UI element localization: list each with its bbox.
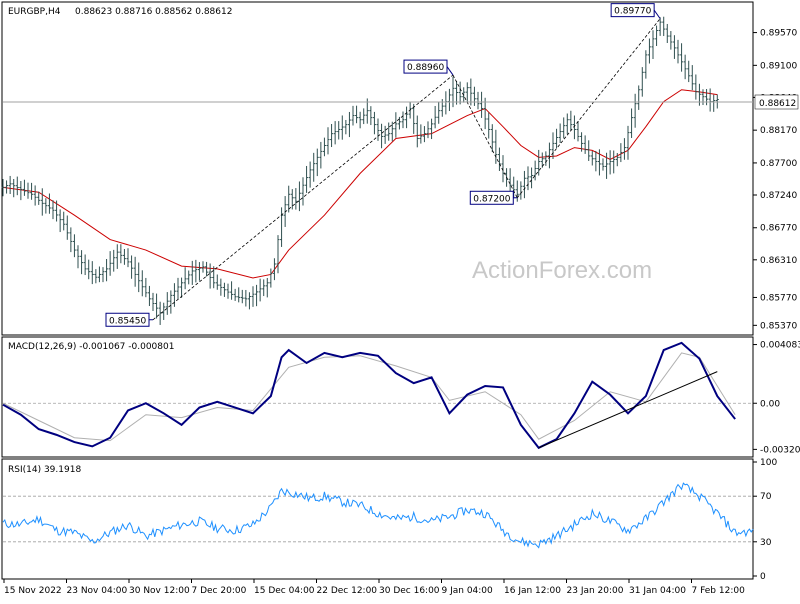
- xaxis-tick-label: 7 Feb 12:00: [692, 586, 746, 596]
- macd-ytick-label: -0.003209: [760, 445, 800, 455]
- price-ohlc: 0.88623 0.88716 0.88562 0.88612: [75, 7, 232, 17]
- chart-root: ActionForex.com 0.85450 0.88960 0.87200 0.8…: [0, 0, 800, 600]
- price-ytick-label: 0.88170: [760, 126, 797, 136]
- price-ytick-label: 0.89100: [760, 61, 797, 71]
- watermark: ActionForex.com: [472, 257, 652, 284]
- macd-ytick-label: 0.00: [760, 399, 780, 409]
- rsi-ytick-label: 100: [760, 458, 777, 468]
- price-annotation-label: 0.87200: [473, 194, 510, 204]
- xaxis-tick-label: 15 Nov 2022: [4, 586, 62, 596]
- xaxis-tick-label: 22 Dec 12:00: [317, 586, 378, 596]
- xaxis-tick-label: 23 Jan 20:00: [567, 586, 624, 596]
- current-price-label: 0.88612: [759, 99, 796, 109]
- macd-ytick-label: 0.004083: [760, 341, 800, 351]
- price-annotation-label: 0.89770: [614, 7, 651, 17]
- macd-title: MACD(12,26,9) -0.001067 -0.000801: [8, 342, 174, 352]
- chart-background: [0, 0, 800, 600]
- rsi-title: RSI(14) 39.1918: [8, 465, 81, 475]
- chart-svg: ActionForex.com 0.85450 0.88960 0.87200 0.8…: [0, 0, 800, 600]
- xaxis-tick-label: 30 Nov 12:00: [129, 586, 190, 596]
- xaxis-tick-label: 23 Nov 04:00: [67, 586, 128, 596]
- xaxis-tick-label: 30 Dec 16:00: [379, 586, 440, 596]
- price-ytick-label: 0.86310: [760, 256, 797, 266]
- price-annotation-label: 0.88960: [407, 63, 444, 73]
- rsi-ytick-label: 0: [760, 572, 766, 582]
- xaxis-tick-label: 16 Jan 12:00: [504, 586, 561, 596]
- xaxis-tick-label: 9 Jan 04:00: [442, 586, 494, 596]
- price-ytick-label: 0.87240: [760, 191, 797, 201]
- price-ytick-label: 0.85370: [760, 321, 797, 331]
- rsi-ytick-label: 70: [760, 492, 772, 502]
- price-title: EURGBP,H4: [8, 7, 61, 17]
- price-ytick-label: 0.85770: [760, 293, 797, 303]
- rsi-ytick-label: 30: [760, 538, 772, 548]
- xaxis-tick-label: 7 Dec 20:00: [192, 586, 247, 596]
- price-ytick-label: 0.89570: [760, 29, 797, 39]
- xaxis-tick-label: 15 Dec 04:00: [254, 586, 315, 596]
- xaxis-tick-label: 31 Jan 04:00: [629, 586, 686, 596]
- price-ytick-label: 0.86770: [760, 224, 797, 234]
- price-ytick-label: 0.87700: [760, 159, 797, 169]
- price-annotation-label: 0.85450: [109, 316, 146, 326]
